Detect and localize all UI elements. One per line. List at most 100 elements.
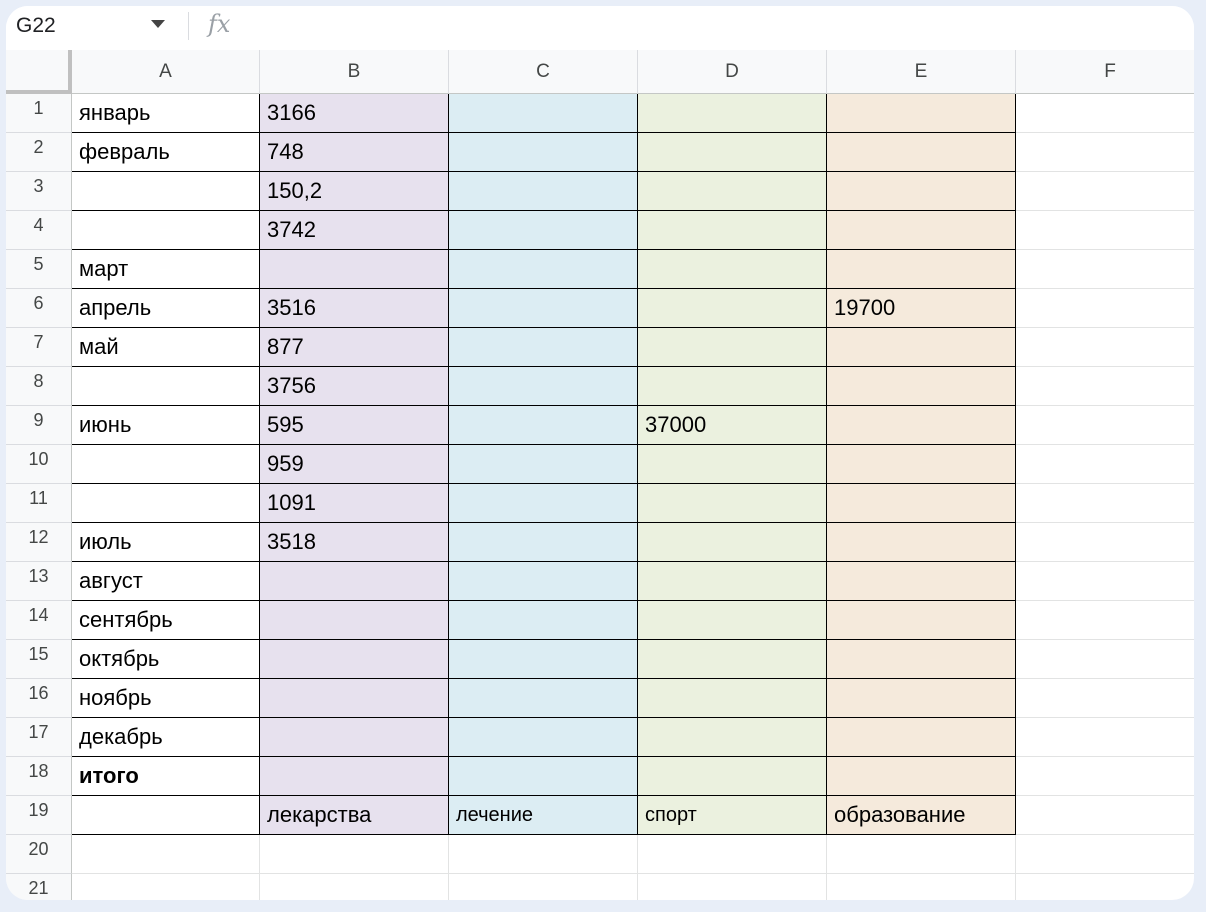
row-header[interactable]: 8 (6, 367, 72, 406)
cell-f1[interactable] (1016, 94, 1194, 133)
cell-f10[interactable] (1016, 445, 1194, 484)
row-header[interactable]: 6 (6, 289, 72, 328)
cell-c20[interactable] (449, 835, 638, 874)
cell-c2[interactable] (449, 133, 638, 172)
row-header[interactable]: 14 (6, 601, 72, 640)
cell-a3[interactable] (72, 172, 260, 211)
cell-b3[interactable]: 150,2 (260, 172, 449, 211)
cell-a14[interactable]: сентябрь (72, 601, 260, 640)
cell-d15[interactable] (638, 640, 827, 679)
cell-d14[interactable] (638, 601, 827, 640)
cell-e17[interactable] (827, 718, 1016, 757)
cell-e4[interactable] (827, 211, 1016, 250)
column-header-c[interactable]: C (449, 50, 638, 94)
cell-f8[interactable] (1016, 367, 1194, 406)
cell-a8[interactable] (72, 367, 260, 406)
cell-b6[interactable]: 3516 (260, 289, 449, 328)
cell-a6[interactable]: апрель (72, 289, 260, 328)
cell-a17[interactable]: декабрь (72, 718, 260, 757)
cell-e20[interactable] (827, 835, 1016, 874)
cell-b4[interactable]: 3742 (260, 211, 449, 250)
cell-e3[interactable] (827, 172, 1016, 211)
cell-c14[interactable] (449, 601, 638, 640)
cell-f12[interactable] (1016, 523, 1194, 562)
cell-f13[interactable] (1016, 562, 1194, 601)
cell-d8[interactable] (638, 367, 827, 406)
cell-f16[interactable] (1016, 679, 1194, 718)
cell-b16[interactable] (260, 679, 449, 718)
cell-f14[interactable] (1016, 601, 1194, 640)
cell-e7[interactable] (827, 328, 1016, 367)
cell-b20[interactable] (260, 835, 449, 874)
cell-e21[interactable] (827, 874, 1016, 900)
row-header[interactable]: 9 (6, 406, 72, 445)
cell-d20[interactable] (638, 835, 827, 874)
cell-f2[interactable] (1016, 133, 1194, 172)
cell-d10[interactable] (638, 445, 827, 484)
cell-d13[interactable] (638, 562, 827, 601)
cell-f11[interactable] (1016, 484, 1194, 523)
row-header[interactable]: 16 (6, 679, 72, 718)
column-header-b[interactable]: B (260, 50, 449, 94)
cell-d5[interactable] (638, 250, 827, 289)
cell-d3[interactable] (638, 172, 827, 211)
row-header[interactable]: 17 (6, 718, 72, 757)
cell-e14[interactable] (827, 601, 1016, 640)
row-header[interactable]: 4 (6, 211, 72, 250)
cell-d16[interactable] (638, 679, 827, 718)
row-header[interactable]: 21 (6, 874, 72, 900)
cell-d11[interactable] (638, 484, 827, 523)
row-header[interactable]: 7 (6, 328, 72, 367)
cell-b15[interactable] (260, 640, 449, 679)
cell-b17[interactable] (260, 718, 449, 757)
cell-b21[interactable] (260, 874, 449, 900)
cell-c3[interactable] (449, 172, 638, 211)
cell-c19[interactable]: лечение (449, 796, 638, 835)
cell-b8[interactable]: 3756 (260, 367, 449, 406)
select-all-corner[interactable] (6, 50, 72, 94)
cell-a12[interactable]: июль (72, 523, 260, 562)
cell-b18[interactable] (260, 757, 449, 796)
cell-f20[interactable] (1016, 835, 1194, 874)
cell-f5[interactable] (1016, 250, 1194, 289)
cell-c5[interactable] (449, 250, 638, 289)
cell-e18[interactable] (827, 757, 1016, 796)
row-header[interactable]: 11 (6, 484, 72, 523)
cell-e19[interactable]: образование (827, 796, 1016, 835)
row-header[interactable]: 3 (6, 172, 72, 211)
cell-c12[interactable] (449, 523, 638, 562)
cell-d18[interactable] (638, 757, 827, 796)
cell-c8[interactable] (449, 367, 638, 406)
row-header[interactable]: 13 (6, 562, 72, 601)
cell-f6[interactable] (1016, 289, 1194, 328)
cell-b13[interactable] (260, 562, 449, 601)
cell-b11[interactable]: 1091 (260, 484, 449, 523)
cell-c18[interactable] (449, 757, 638, 796)
cell-f21[interactable] (1016, 874, 1194, 900)
cell-e5[interactable] (827, 250, 1016, 289)
cell-b9[interactable]: 595 (260, 406, 449, 445)
row-header[interactable]: 12 (6, 523, 72, 562)
cell-f4[interactable] (1016, 211, 1194, 250)
row-header[interactable]: 18 (6, 757, 72, 796)
row-header[interactable]: 20 (6, 835, 72, 874)
row-header[interactable]: 5 (6, 250, 72, 289)
name-box[interactable]: G22 (16, 14, 56, 38)
row-header[interactable]: 10 (6, 445, 72, 484)
cell-c1[interactable] (449, 94, 638, 133)
cell-a5[interactable]: март (72, 250, 260, 289)
column-header-e[interactable]: E (827, 50, 1016, 94)
cell-d7[interactable] (638, 328, 827, 367)
cell-d17[interactable] (638, 718, 827, 757)
cell-c10[interactable] (449, 445, 638, 484)
cell-a1[interactable]: январь (72, 94, 260, 133)
cell-b10[interactable]: 959 (260, 445, 449, 484)
column-header-d[interactable]: D (638, 50, 827, 94)
cell-b5[interactable] (260, 250, 449, 289)
cell-a10[interactable] (72, 445, 260, 484)
row-header[interactable]: 1 (6, 94, 72, 133)
cell-d21[interactable] (638, 874, 827, 900)
cell-c6[interactable] (449, 289, 638, 328)
cell-c17[interactable] (449, 718, 638, 757)
cell-a19[interactable] (72, 796, 260, 835)
